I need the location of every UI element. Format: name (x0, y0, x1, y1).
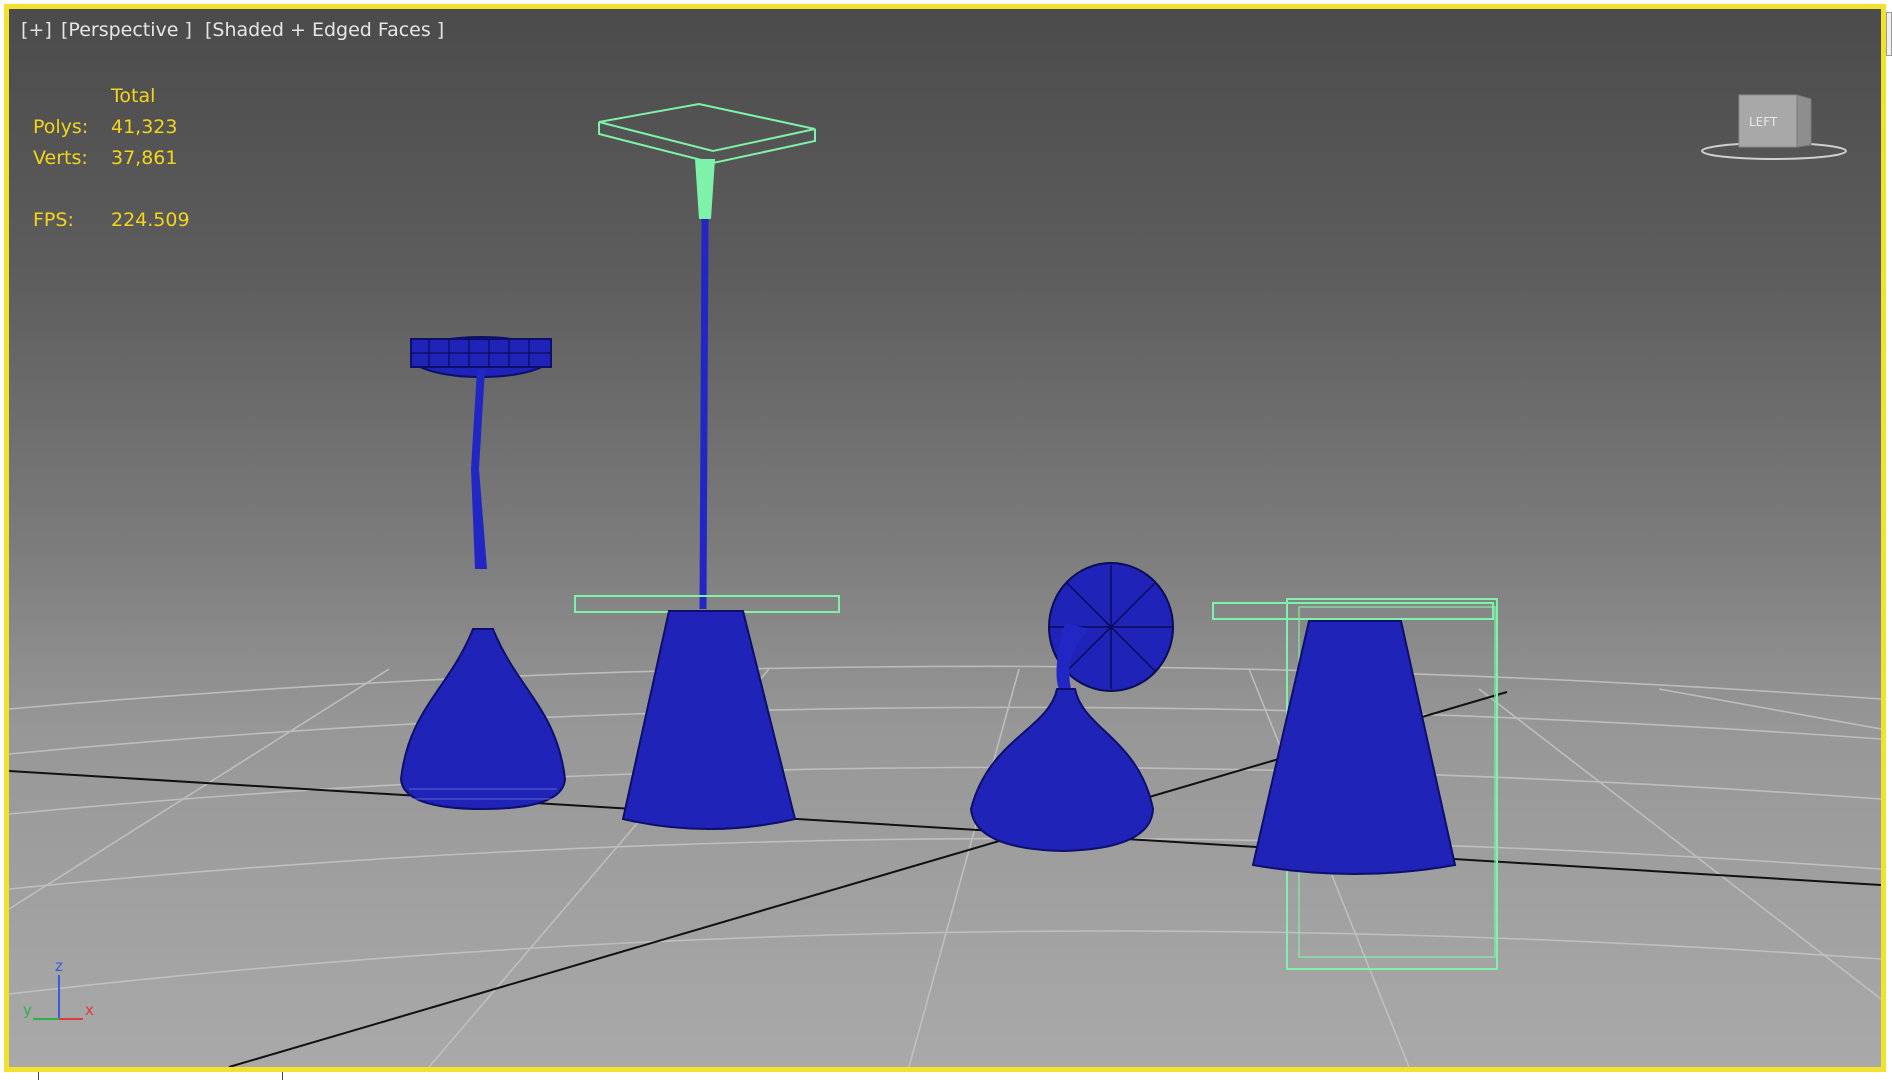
floor-grid (9, 665, 1881, 1067)
bottom-timeline-strip (4, 1072, 1888, 1080)
timeline-tick (38, 1072, 39, 1080)
polys-label: Polys: (33, 116, 89, 138)
axis-x-label: x (85, 1001, 94, 1019)
viewcube-face-side[interactable] (1796, 94, 1812, 148)
fps-label: FPS: (33, 209, 74, 231)
axis-y-label: y (23, 1001, 32, 1019)
verts-value: 37,861 (111, 147, 178, 169)
polys-value: 41,323 (111, 116, 178, 138)
viewport-label-shading[interactable]: [Shaded + Edged Faces ] (205, 19, 444, 41)
viewcube-face-label: LEFT (1749, 115, 1778, 129)
pendant-lamp-1[interactable] (399, 336, 567, 811)
timeline-tick (282, 1072, 283, 1080)
floor-lamp[interactable] (1212, 598, 1498, 970)
viewport-label-perspective[interactable]: [Perspective ] (61, 19, 192, 41)
viewport-label-plus[interactable]: [+] (21, 19, 52, 41)
verts-label: Verts: (33, 147, 88, 169)
scene-3d-view[interactable] (9, 9, 1881, 1067)
world-axis-x (9, 770, 1881, 886)
statistics-overlay: Total Polys: 41,323 Verts: 37,861 FPS: 224.… (33, 81, 190, 236)
viewport-resize-handle[interactable] (1886, 12, 1892, 56)
viewcube[interactable]: LEFT (1699, 85, 1849, 165)
pendant-lamp-2[interactable] (574, 102, 840, 830)
stats-header: Total (111, 85, 156, 107)
axis-z-label: z (55, 957, 63, 975)
fps-value: 224.509 (111, 209, 190, 231)
axis-tripod: z y x (23, 957, 94, 1020)
perspective-viewport[interactable]: [+] [Perspective ] [Shaded + Edged Faces… (4, 4, 1886, 1072)
